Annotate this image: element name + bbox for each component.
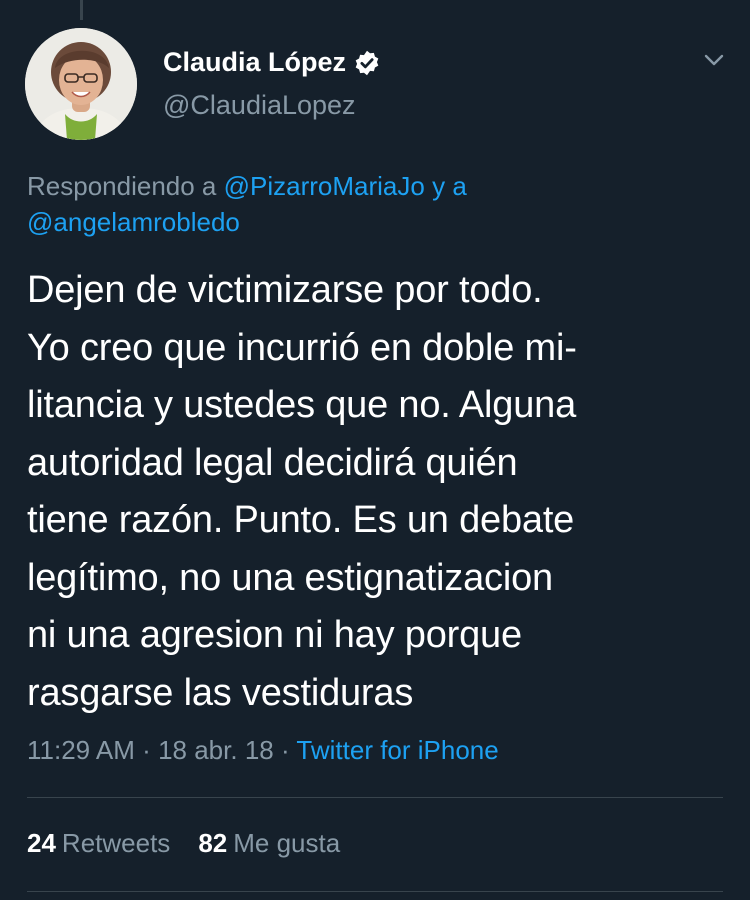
retweets-count: 24 bbox=[27, 828, 56, 858]
tweet-text: Dejen de victimizarse por todo. Yo creo … bbox=[27, 269, 577, 714]
mention-link-angelamrobledo[interactable]: @angelamrobledo bbox=[27, 207, 240, 237]
meta-separator: · bbox=[142, 735, 151, 765]
tweet-meta: 11:29 AM · 18 abr. 18 · Twitter for iPho… bbox=[27, 735, 499, 766]
tweet-time[interactable]: 11:29 AM bbox=[27, 735, 135, 765]
verified-badge-icon bbox=[353, 49, 381, 77]
tweet-stats: 24 Retweets 82 Me gusta bbox=[27, 828, 340, 859]
retweets-label: Retweets bbox=[61, 828, 171, 858]
replying-prefix: Respondiendo a bbox=[27, 171, 217, 201]
thread-connector-line bbox=[80, 0, 83, 20]
likes-count: 82 bbox=[198, 828, 228, 858]
divider bbox=[27, 797, 723, 798]
likes-stat[interactable]: 82 Me gusta bbox=[198, 828, 340, 859]
tweet-source-link[interactable]: Twitter for iPhone bbox=[296, 735, 498, 765]
tweet-date[interactable]: 18 abr. 18 bbox=[158, 735, 274, 765]
retweets-stat[interactable]: 24 Retweets bbox=[27, 828, 170, 859]
replying-to-line: Respondiendo a @PizarroMariaJo y a @ange… bbox=[27, 168, 717, 240]
chevron-down-icon[interactable] bbox=[701, 50, 727, 70]
author-handle[interactable]: @ClaudiaLopez bbox=[163, 90, 356, 121]
mention-link-pizarromariajo[interactable]: @PizarroMariaJo bbox=[224, 171, 425, 201]
avatar[interactable] bbox=[25, 28, 137, 140]
author-display-name[interactable]: Claudia López bbox=[163, 47, 346, 78]
likes-label: Me gusta bbox=[233, 828, 341, 858]
avatar-image bbox=[25, 28, 137, 140]
meta-separator: · bbox=[280, 735, 290, 765]
replying-connector: y a bbox=[432, 171, 467, 201]
author-name-row[interactable]: Claudia López bbox=[163, 47, 381, 78]
divider bbox=[27, 891, 723, 892]
